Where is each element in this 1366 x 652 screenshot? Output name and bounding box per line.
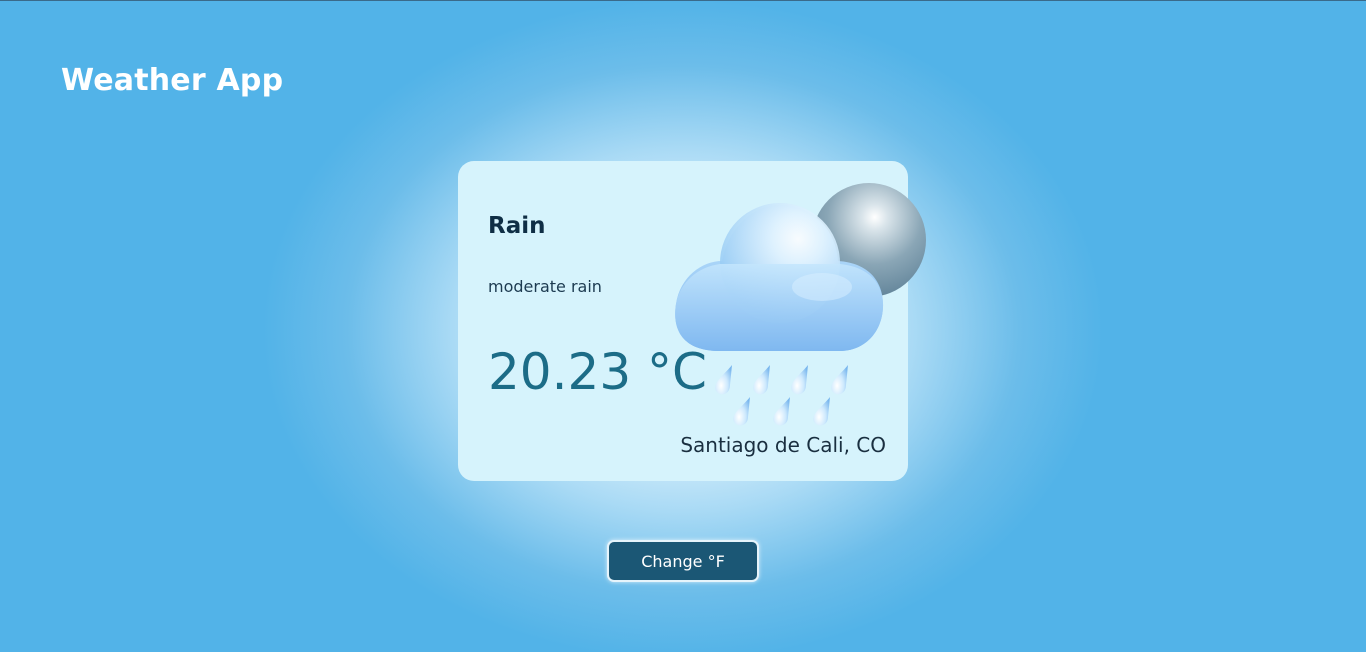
rain-drops: [715, 365, 848, 426]
moon-cloud-rain-icon: [675, 183, 926, 426]
weather-condition: Rain: [488, 213, 546, 239]
weather-description: moderate rain: [488, 277, 602, 296]
location-label: Santiago de Cali, CO: [680, 433, 886, 457]
change-unit-button[interactable]: Change °F: [607, 540, 759, 582]
app-title: Weather App: [61, 63, 284, 98]
